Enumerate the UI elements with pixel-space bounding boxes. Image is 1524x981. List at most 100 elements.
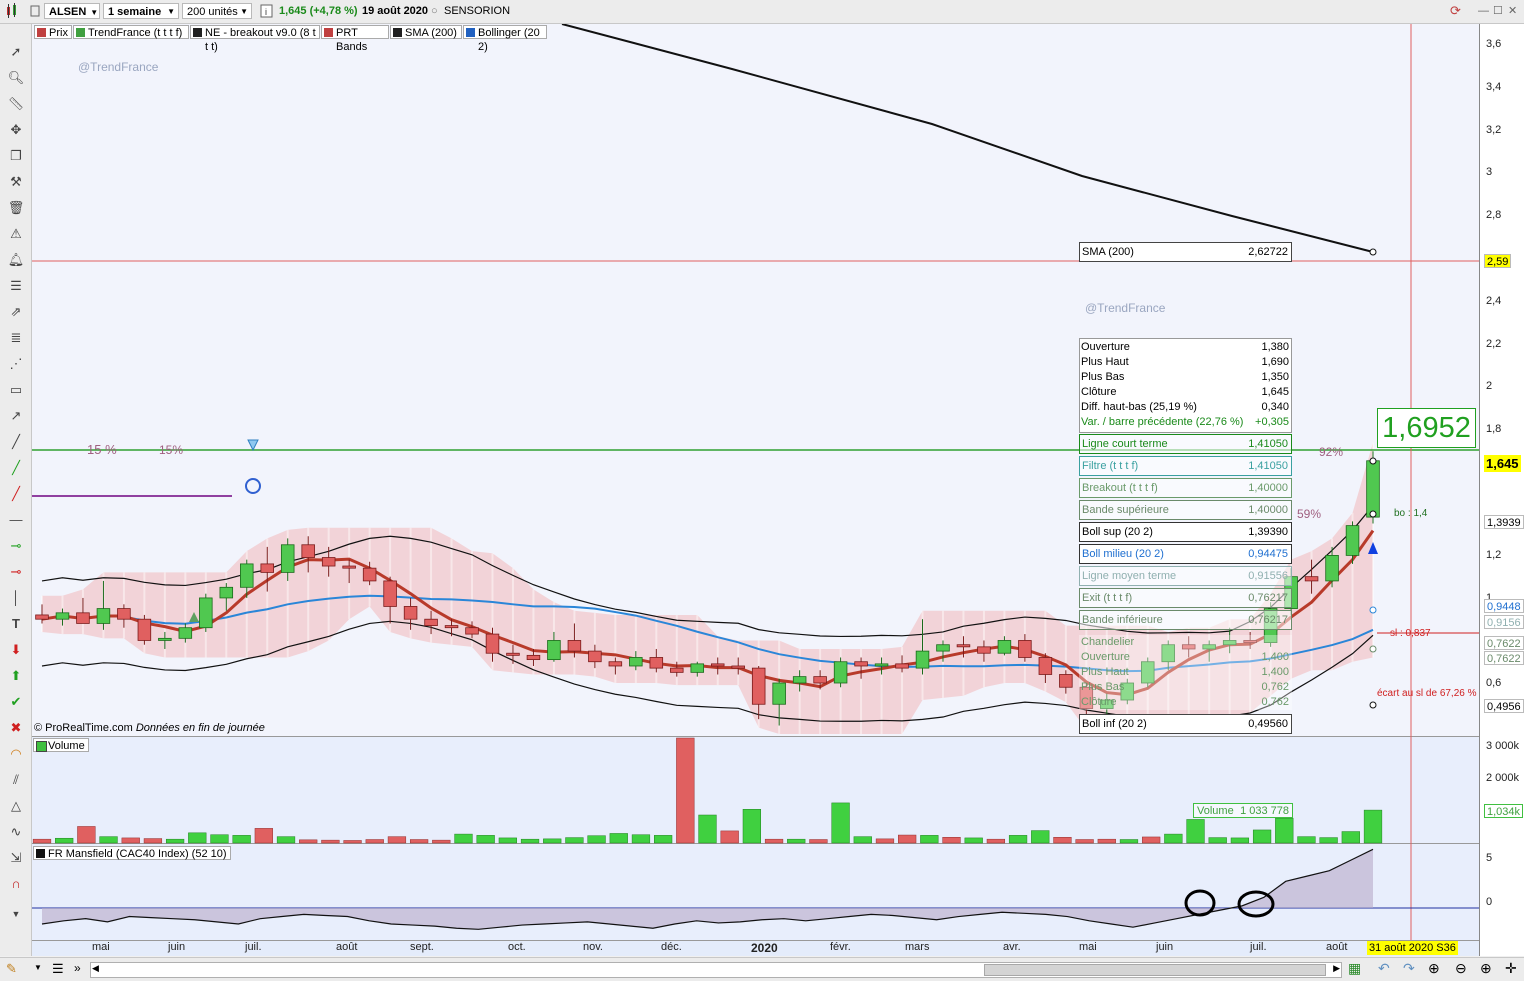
candle-body[interactable] [710,663,725,667]
list-icon[interactable]: ≣ [6,328,26,348]
volume-bar[interactable] [565,837,584,844]
volume-bar[interactable] [543,838,562,844]
volume-bar[interactable] [1008,835,1028,844]
volume-bar[interactable] [676,737,695,844]
volume-bar[interactable] [210,834,229,844]
legend-item[interactable]: Prix [34,25,72,39]
candlestick-icon[interactable] [4,3,20,19]
candle-body[interactable] [915,650,930,669]
volume-bar[interactable] [55,837,74,844]
volume-bar[interactable] [365,839,384,844]
volume-bar[interactable] [77,826,96,844]
candle-body[interactable] [731,665,745,669]
volume-bar[interactable] [276,836,296,844]
volume-bar[interactable] [1297,836,1316,844]
symbol-select[interactable]: ALSEN ▼ [44,3,100,19]
candle-body[interactable] [936,644,950,652]
link-icon[interactable] [30,3,40,19]
pencil-icon[interactable]: ✎ [6,961,17,977]
volume-bar[interactable] [942,837,961,844]
checkmark-icon[interactable]: ✔ [6,692,26,712]
volume-bar[interactable] [764,838,784,844]
refresh-icon[interactable]: ⟳ [1450,3,1461,19]
chevron-down-icon[interactable]: ▼ [34,963,42,972]
candle-body[interactable] [383,580,397,607]
zoom-fit-icon[interactable]: ⊕ [1428,960,1440,977]
volume-bar[interactable] [1230,837,1250,844]
candle-body[interactable] [751,667,766,705]
candle-body[interactable] [465,627,479,635]
undo-icon[interactable]: ↶ [1378,960,1390,977]
volume-bar[interactable] [343,840,362,844]
volume-bar[interactable] [631,834,651,844]
volume-panel-title[interactable]: Volume [33,738,89,752]
green-ray-icon[interactable]: ⊸ [6,536,26,556]
volume-bar[interactable] [143,838,163,844]
candle-body[interactable] [1304,576,1319,582]
volume-bar[interactable] [1075,839,1094,844]
volume-bar[interactable] [32,838,52,844]
candle-body[interactable] [117,608,131,620]
volume-bar[interactable] [831,802,850,844]
volume-bar[interactable] [809,839,828,844]
candle-body[interactable] [895,663,909,669]
candle-body[interactable] [813,676,827,684]
candle-body[interactable] [608,661,623,667]
triangle-icon[interactable]: △ [6,796,26,816]
pointer-icon[interactable]: ⇲ [6,848,26,868]
volume-bar[interactable] [454,833,473,844]
candle-body[interactable] [1038,657,1053,675]
candle-body[interactable] [137,618,152,641]
candle-body[interactable] [35,614,49,620]
candle-body[interactable] [833,661,848,684]
candle-body[interactable] [690,663,705,673]
candle-body[interactable] [506,652,520,656]
volume-bar[interactable] [520,838,540,844]
volume-bar[interactable] [432,839,451,844]
trend-arrows-icon[interactable]: ⇗ [6,302,26,322]
volume-bar[interactable] [254,828,273,844]
volume-bar[interactable] [1341,831,1360,844]
volume-bar[interactable] [654,835,673,844]
volume-bar[interactable] [476,835,495,844]
scrollbar-thumb[interactable] [984,964,1326,976]
arrow-down-icon[interactable]: ⬇ [6,640,26,660]
candle-body[interactable] [1366,460,1380,518]
volume-bar[interactable] [1142,836,1161,844]
legend-item[interactable]: SMA (200) [390,25,462,39]
volume-bar[interactable] [121,837,140,844]
candle-body[interactable] [76,612,90,624]
volume-bar[interactable] [986,838,1006,844]
legend-item[interactable]: Bollinger (20 2) [463,25,547,53]
candle-body[interactable] [629,657,643,667]
candle-body[interactable] [1059,674,1073,688]
candle-body[interactable] [649,657,664,669]
maximize-icon[interactable]: ☐ [1493,3,1503,19]
candle-body[interactable] [158,637,172,641]
volume-bar[interactable] [299,839,318,844]
candle-body[interactable] [792,676,807,684]
scroll-left-icon[interactable]: ◀ [92,963,99,974]
volume-bar[interactable] [698,814,717,844]
volume-bar[interactable] [853,836,872,844]
volume-bar[interactable] [1097,838,1116,844]
cursor-icon[interactable]: ➚ [6,42,26,62]
candle-body[interactable] [199,597,213,629]
candle-body[interactable] [854,661,868,667]
candle-body[interactable] [956,644,971,648]
candle-body[interactable] [997,640,1012,654]
timeframe-select[interactable]: 1 semaine ▼ [103,3,179,19]
candle-body[interactable] [219,586,234,599]
trash-icon[interactable]: 🗑︎ [6,198,26,218]
candle-body[interactable] [874,663,889,667]
zoom-icon[interactable]: 🔍︎ [6,68,26,88]
bell-icon[interactable]: 🔔︎ [6,250,26,270]
minimize-icon[interactable]: — [1478,3,1489,19]
zoom-in-icon[interactable]: ⊕ [1480,960,1492,977]
candle-body[interactable] [342,565,356,569]
volume-bar[interactable] [1053,837,1072,844]
rectangle-icon[interactable]: ▭ [6,380,26,400]
volume-bar[interactable] [99,836,118,844]
candle-body[interactable] [424,618,438,626]
candle-body[interactable] [96,608,111,624]
